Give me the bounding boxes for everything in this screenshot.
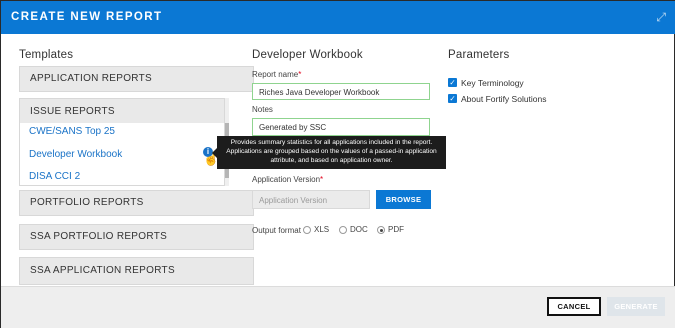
group-application-reports[interactable]: APPLICATION REPORTS: [19, 66, 254, 92]
cancel-button[interactable]: CANCEL: [547, 297, 601, 316]
group-issue-reports: ISSUE REPORTS CWE/SANS Top 25 Developer …: [19, 98, 225, 186]
group-portfolio-reports[interactable]: PORTFOLIO REPORTS: [19, 190, 254, 216]
group-label: PORTFOLIO REPORTS: [30, 197, 144, 208]
workbook-heading: Developer Workbook: [252, 49, 363, 61]
templates-heading: Templates: [19, 49, 74, 61]
issue-reports-header[interactable]: ISSUE REPORTS: [20, 99, 224, 123]
group-ssa-portfolio-reports[interactable]: SSA PORTFOLIO REPORTS: [19, 224, 254, 250]
report-name-field[interactable]: Riches Java Developer Workbook: [252, 83, 430, 100]
parameters-heading: Parameters: [448, 49, 510, 61]
format-radio-doc[interactable]: [339, 226, 347, 234]
checkbox-key-terminology[interactable]: ✓: [448, 78, 457, 87]
expand-icon[interactable]: ⤢: [656, 10, 666, 25]
create-report-dialog: CREATE NEW REPORT ⤢ Templates APPLICATIO…: [0, 0, 675, 328]
browse-button[interactable]: BROWSE: [376, 190, 431, 209]
generate-button[interactable]: GENERATE: [607, 297, 665, 316]
template-item-disa-cci[interactable]: DISA CCI 2: [29, 171, 80, 182]
template-tooltip: Provides summary statistics for all appl…: [217, 136, 446, 169]
group-label: SSA PORTFOLIO REPORTS: [30, 231, 168, 242]
template-item-cwe-sans[interactable]: CWE/SANS Top 25: [29, 126, 115, 137]
notes-label: Notes: [252, 105, 273, 114]
template-item-developer-workbook[interactable]: Developer Workbook: [29, 149, 122, 160]
notes-field[interactable]: Generated by SSC: [252, 118, 430, 136]
dialog-title: CREATE NEW REPORT: [11, 11, 163, 23]
output-format-label: Output format: [252, 226, 301, 235]
app-version-field[interactable]: Application Version: [252, 190, 370, 209]
param-label-key-terminology: Key Terminology: [461, 78, 524, 88]
group-label: APPLICATION REPORTS: [30, 73, 153, 84]
group-ssa-application-reports[interactable]: SSA APPLICATION REPORTS: [19, 257, 254, 285]
format-label-xls: XLS: [314, 225, 330, 234]
report-name-label: Report name*: [252, 70, 302, 79]
group-label: ISSUE REPORTS: [30, 106, 115, 117]
format-label-pdf: PDF: [388, 225, 404, 234]
group-label: SSA APPLICATION REPORTS: [30, 265, 175, 276]
checkbox-about-fortify[interactable]: ✓: [448, 94, 457, 103]
format-radio-pdf[interactable]: [377, 226, 385, 234]
format-label-doc: DOC: [350, 225, 368, 234]
dialog-titlebar: CREATE NEW REPORT ⤢: [1, 1, 675, 34]
param-label-about-fortify: About Fortify Solutions: [461, 94, 547, 104]
format-radio-xls[interactable]: [303, 226, 311, 234]
app-version-label: Application Version*: [252, 175, 324, 184]
